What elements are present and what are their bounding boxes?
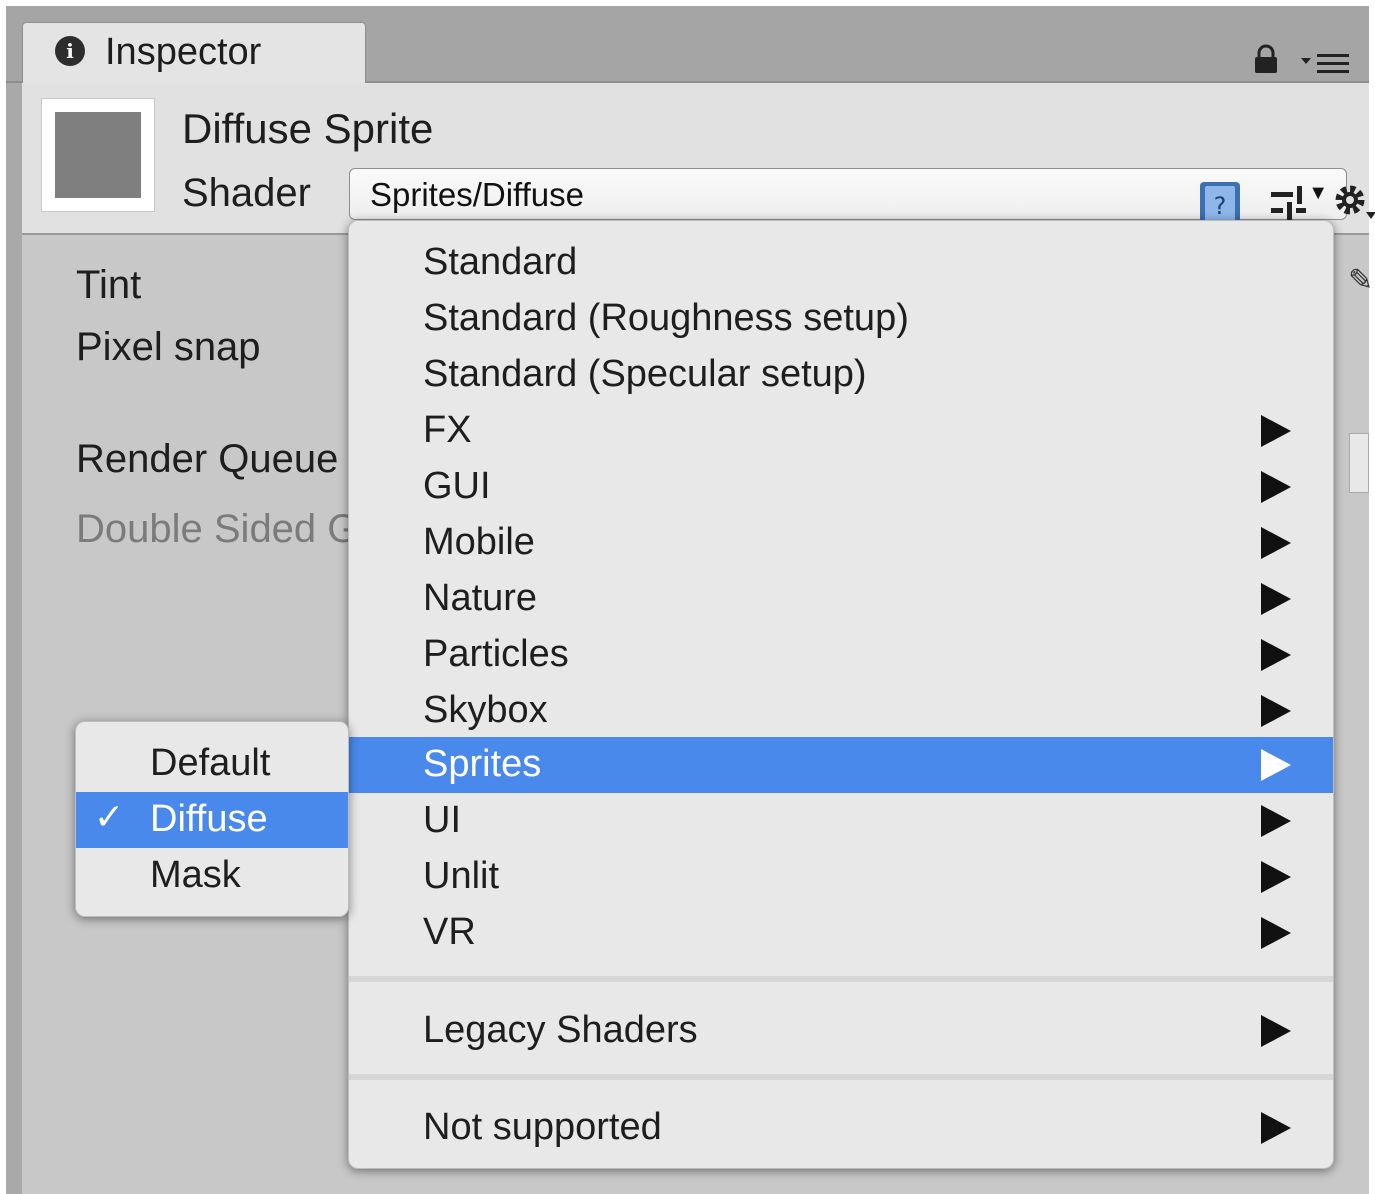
submenu-arrow-icon (1261, 527, 1291, 559)
shader-label: Shader (182, 171, 311, 215)
svg-text:?: ? (1214, 192, 1227, 220)
material-preview-thumbnail (41, 98, 155, 212)
menu-item-fx[interactable]: FX (349, 403, 1333, 459)
submenu-arrow-icon (1261, 749, 1291, 781)
menu-item-nature[interactable]: Nature (349, 571, 1333, 627)
menu-item-label: Standard (Specular setup) (423, 353, 867, 395)
menu-item-label: Particles (423, 633, 569, 675)
menu-item-label: Not supported (423, 1106, 662, 1148)
gear-icon[interactable] (1332, 182, 1375, 224)
menu-item-label: Standard (423, 241, 578, 283)
submenu-arrow-icon (1261, 917, 1291, 949)
tab-label: Inspector (105, 31, 262, 73)
menu-item-label: Legacy Shaders (423, 1009, 698, 1051)
menu-item-gui[interactable]: GUI (349, 459, 1333, 515)
menu-item-skybox[interactable]: Skybox (349, 683, 1333, 739)
menu-item-standard[interactable]: Standard (349, 235, 1333, 291)
menu-item-label: FX (423, 409, 472, 451)
tint-label: Tint (76, 263, 142, 307)
pixel-snap-label: Pixel snap (76, 325, 261, 369)
lock-icon[interactable] (1254, 44, 1278, 74)
menu-separator (349, 1074, 1333, 1080)
menu-item-label: Unlit (423, 855, 500, 897)
submenu-item-label: Mask (150, 854, 241, 896)
render-queue-label: Render Queue (76, 437, 339, 481)
submenu-arrow-icon (1261, 1015, 1291, 1047)
submenu-arrow-icon (1261, 415, 1291, 447)
menu-item-standard-specular[interactable]: Standard (Specular setup) (349, 347, 1333, 403)
tab-strip: i Inspector (6, 6, 1369, 83)
menu-item-not-supported[interactable]: Not supported (349, 1100, 1333, 1156)
menu-item-sprites[interactable]: Sprites (349, 737, 1333, 793)
material-header: Diffuse Sprite Shader Sprites/Diffuse ▼ … (22, 83, 1375, 235)
menu-item-vr[interactable]: VR (349, 905, 1333, 961)
submenu-item-mask[interactable]: Mask (76, 848, 348, 904)
checkmark-icon: ✓ (94, 796, 125, 837)
menu-separator (349, 976, 1333, 982)
sliders-icon[interactable] (1269, 184, 1309, 224)
menu-item-mobile[interactable]: Mobile (349, 515, 1333, 571)
menu-item-standard-roughness[interactable]: Standard (Roughness setup) (349, 291, 1333, 347)
pencil-icon[interactable]: ✎ (1348, 263, 1373, 298)
menu-item-legacy-shaders[interactable]: Legacy Shaders (349, 1003, 1333, 1059)
submenu-arrow-icon (1261, 805, 1291, 837)
render-queue-field[interactable] (1349, 433, 1369, 493)
submenu-item-diffuse[interactable]: ✓ Diffuse (76, 792, 348, 848)
submenu-arrow-icon (1261, 639, 1291, 671)
menu-item-label: Standard (Roughness setup) (423, 297, 909, 339)
double-sided-label: Double Sided G (76, 507, 359, 551)
submenu-item-label: Default (150, 742, 271, 784)
menu-item-label: UI (423, 799, 461, 841)
submenu-item-default[interactable]: Default (76, 736, 348, 792)
menu-item-label: Mobile (423, 521, 535, 563)
menu-item-particles[interactable]: Particles (349, 627, 1333, 683)
submenu-arrow-icon (1261, 583, 1291, 615)
panel-menu-icon[interactable] (1299, 52, 1351, 76)
sprites-submenu: Default ✓ Diffuse Mask (75, 721, 349, 917)
material-preview-swatch (55, 112, 141, 198)
menu-item-label: Sprites (423, 743, 542, 785)
submenu-item-label: Diffuse (150, 798, 268, 840)
dropdown-arrow-icon: ▼ (1308, 182, 1328, 204)
menu-item-label: Nature (423, 577, 538, 619)
menu-item-unlit[interactable]: Unlit (349, 849, 1333, 905)
shader-menu: Standard Standard (Roughness setup) Stan… (348, 220, 1334, 1169)
material-name: Diffuse Sprite (182, 105, 434, 152)
menu-item-label: VR (423, 911, 476, 953)
menu-item-label: Skybox (423, 689, 548, 731)
tab-inspector[interactable]: i Inspector (22, 22, 366, 83)
menu-item-ui[interactable]: UI (349, 793, 1333, 849)
info-icon: i (55, 36, 85, 66)
submenu-arrow-icon (1261, 1112, 1291, 1144)
menu-item-label: GUI (423, 465, 491, 507)
submenu-arrow-icon (1261, 471, 1291, 503)
shader-dropdown-value: Sprites/Diffuse (370, 176, 584, 213)
submenu-arrow-icon (1261, 695, 1291, 727)
submenu-arrow-icon (1261, 861, 1291, 893)
